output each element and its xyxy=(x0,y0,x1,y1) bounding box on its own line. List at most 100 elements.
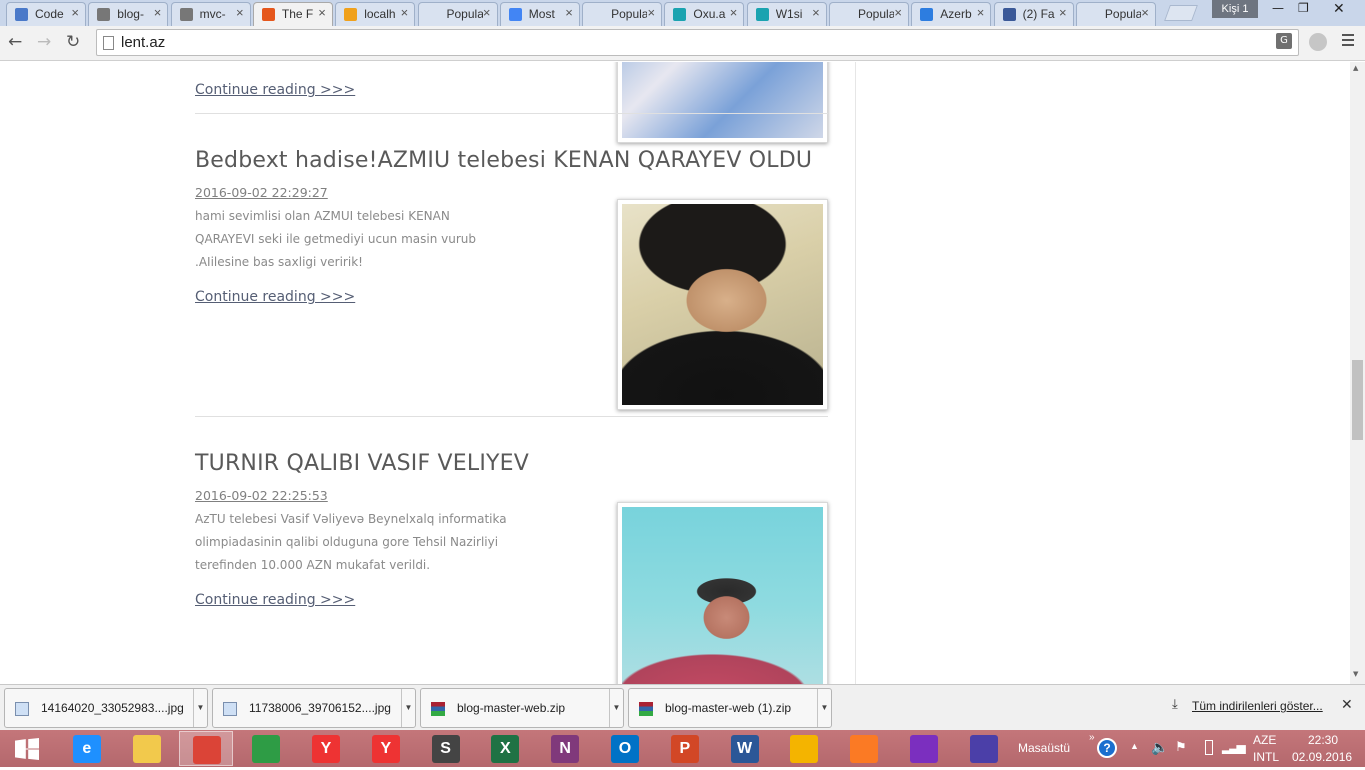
continue-reading-link[interactable]: Continue reading >>> xyxy=(195,289,355,305)
browser-tab[interactable]: Popular× xyxy=(829,2,909,26)
tab-close-icon[interactable]: × xyxy=(648,5,656,20)
browser-tab[interactable]: Popular× xyxy=(1075,2,1156,26)
tab-close-icon[interactable]: × xyxy=(894,5,902,20)
tab-close-icon[interactable]: × xyxy=(154,5,162,20)
speaker-icon[interactable]: 🔈 xyxy=(1151,739,1168,756)
post-title[interactable]: TURNIR QALIBI VASIF VELIYEV xyxy=(195,451,529,476)
url-text[interactable]: lent.az xyxy=(121,34,165,51)
outlook-icon: O xyxy=(611,735,639,763)
scroll-down-icon[interactable]: ▼ xyxy=(1353,670,1358,678)
reload-icon[interactable]: ↻ xyxy=(66,32,80,52)
profile-button[interactable]: Kişi 1 xyxy=(1212,0,1258,18)
post-thumbnail[interactable] xyxy=(617,199,828,410)
address-bar[interactable]: lent.az xyxy=(96,29,1299,56)
browser-tab[interactable]: localh × xyxy=(335,2,416,26)
browser-tab[interactable]: mvc- × xyxy=(170,2,251,26)
taskbar-button[interactable] xyxy=(120,731,174,766)
tab-close-icon[interactable]: × xyxy=(1141,5,1149,20)
taskbar-button[interactable]: Y xyxy=(359,731,413,766)
close-icon[interactable]: ✕ xyxy=(1341,697,1353,713)
browser-tab[interactable]: Most × xyxy=(499,2,580,26)
chevron-down-icon[interactable]: ▼ xyxy=(609,689,623,727)
tab-close-icon[interactable]: × xyxy=(236,5,244,20)
scrollbar-thumb[interactable] xyxy=(1352,360,1363,440)
tab-close-icon[interactable]: × xyxy=(401,5,409,20)
post-date[interactable]: 2016-09-02 22:29:27 xyxy=(195,185,328,200)
help-icon[interactable]: ? xyxy=(1097,738,1117,758)
taskbar-button[interactable]: W xyxy=(718,731,772,766)
flag-icon[interactable]: ⚑ xyxy=(1175,739,1187,755)
browser-tab[interactable]: Popular× xyxy=(582,2,663,26)
language-indicator[interactable]: AZE xyxy=(1253,733,1276,747)
continue-reading-link[interactable]: Continue reading >>> xyxy=(195,592,355,608)
taskbar-button[interactable] xyxy=(957,731,1011,766)
back-icon[interactable]: ← xyxy=(8,32,22,52)
taskbar-button[interactable] xyxy=(777,731,831,766)
taskbar-button[interactable]: e xyxy=(60,731,114,766)
tab-close-icon[interactable]: × xyxy=(565,5,573,20)
taskbar-button[interactable]: N xyxy=(538,731,592,766)
tab-close-icon[interactable]: × xyxy=(1059,5,1067,20)
taskbar-button[interactable] xyxy=(897,731,951,766)
download-item[interactable]: blog-master-web (1).zip ▼ xyxy=(628,688,832,728)
show-all-downloads-link[interactable]: Tüm indirilenleri göster... xyxy=(1192,699,1323,713)
translate-icon[interactable]: G xyxy=(1276,33,1292,49)
scroll-up-icon[interactable]: ▲ xyxy=(1353,64,1358,72)
chevron-down-icon[interactable]: ▼ xyxy=(401,689,415,727)
browser-tab[interactable]: Oxu.a × xyxy=(664,2,745,26)
download-item[interactable]: 11738006_39706152....jpg ▼ xyxy=(212,688,416,728)
close-window-icon[interactable]: ✕ xyxy=(1333,1,1345,17)
post-date[interactable]: 2016-09-02 22:25:53 xyxy=(195,488,328,503)
taskbar-button[interactable]: X xyxy=(478,731,532,766)
chevron-down-icon[interactable]: ▼ xyxy=(817,689,831,727)
keyboard-layout[interactable]: INTL xyxy=(1253,750,1279,764)
download-item[interactable]: 14164020_33052983....jpg ▼ xyxy=(4,688,208,728)
taskbar-button[interactable] xyxy=(179,731,234,766)
chevron-down-icon[interactable]: ▼ xyxy=(193,689,207,727)
signal-icon[interactable]: ▂▃▅ xyxy=(1222,740,1246,754)
post-thumbnail[interactable] xyxy=(617,502,828,684)
post-thumbnail[interactable] xyxy=(617,62,828,143)
tab-close-icon[interactable]: × xyxy=(977,5,985,20)
image-file-icon xyxy=(15,702,29,716)
post-title[interactable]: Bedbext hadise!AZMIU telebesi KENAN QARA… xyxy=(195,148,812,173)
forward-icon[interactable]: → xyxy=(37,32,51,52)
taskbar-button[interactable]: S xyxy=(419,731,473,766)
new-tab-button[interactable] xyxy=(1164,5,1198,21)
extension-icon[interactable] xyxy=(1309,33,1327,51)
menu-icon[interactable] xyxy=(1342,34,1354,49)
clock-time[interactable]: 22:30 xyxy=(1308,733,1338,747)
browser-tab[interactable]: W1si × xyxy=(746,2,827,26)
tab-close-icon[interactable]: × xyxy=(730,5,738,20)
chevron-right-icon[interactable]: » xyxy=(1089,732,1095,743)
taskbar-button[interactable] xyxy=(0,731,54,766)
tab-close-icon[interactable]: × xyxy=(71,5,79,20)
browser-tab[interactable]: Popular× xyxy=(417,2,498,26)
tab-favicon-icon xyxy=(673,8,687,21)
chevron-up-icon[interactable]: ▲ xyxy=(1130,741,1139,751)
minimize-icon[interactable]: — xyxy=(1272,1,1284,15)
taskbar-button[interactable]: Y xyxy=(299,731,353,766)
browser-tab[interactable]: (2) Fa × xyxy=(993,2,1074,26)
browser-tab[interactable]: Code × xyxy=(6,2,86,26)
tab-close-icon[interactable]: × xyxy=(318,5,326,20)
taskbar-button[interactable]: P xyxy=(658,731,712,766)
taskbar-button[interactable] xyxy=(837,731,891,766)
download-item[interactable]: blog-master-web.zip ▼ xyxy=(420,688,624,728)
page-scrollbar[interactable]: ▲ ▼ xyxy=(1350,62,1365,684)
tab-favicon-icon xyxy=(838,8,851,21)
tab-close-icon[interactable]: × xyxy=(483,5,491,20)
restore-icon[interactable]: ❐ xyxy=(1298,1,1309,15)
browser-tab[interactable]: blog- × xyxy=(88,2,169,26)
post-separator xyxy=(195,416,828,417)
clock-date[interactable]: 02.09.2016 xyxy=(1292,750,1352,764)
taskbar-button[interactable]: O xyxy=(598,731,652,766)
browser-tab[interactable]: The F × xyxy=(252,2,333,26)
desktop-toolbar-label[interactable]: Masaüstü xyxy=(1018,741,1070,755)
taskbar-button[interactable] xyxy=(239,731,293,766)
tab-title: localh xyxy=(364,7,396,21)
continue-reading-link[interactable]: Continue reading >>> xyxy=(195,82,355,98)
battery-icon[interactable] xyxy=(1205,740,1213,755)
tab-close-icon[interactable]: × xyxy=(812,5,820,20)
browser-tab[interactable]: Azerb × xyxy=(911,2,992,26)
